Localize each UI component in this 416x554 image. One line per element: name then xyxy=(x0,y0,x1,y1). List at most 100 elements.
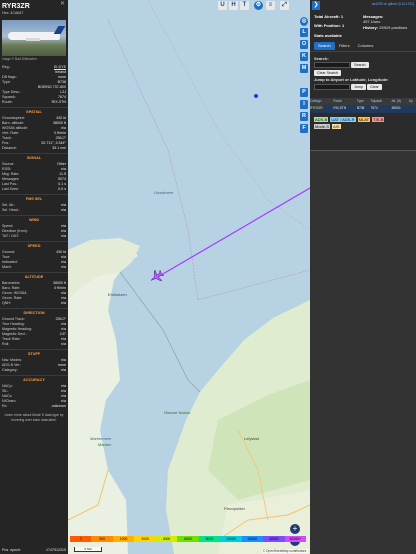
aircraft-list-panel: ❯ tar1090 on github (3.14.1701) Total Ai… xyxy=(310,0,416,554)
legend-cell: 500 xyxy=(91,536,113,542)
empty-list-area xyxy=(310,150,416,554)
search-input[interactable] xyxy=(314,62,350,68)
column-speed[interactable]: Sp xyxy=(408,97,416,105)
aircraft-callsign: RYR3ZR xyxy=(2,3,30,10)
side-button-p[interactable]: P xyxy=(300,88,308,97)
signal-row: Last Seen: 0.0 s xyxy=(2,187,66,191)
map-scale: 5 NM xyxy=(74,547,102,552)
section-title-fms: FMS SEL xyxy=(0,194,68,203)
aircraft-marker[interactable] xyxy=(148,268,166,285)
zoom-in-button[interactable]: + xyxy=(290,524,300,534)
section-title-stuff: STUFF xyxy=(0,349,68,358)
map-button-h[interactable]: H xyxy=(229,1,238,10)
legend-cell: 6000 xyxy=(177,536,199,542)
panel-tabs: Search Filters Columns xyxy=(314,42,412,50)
section-title-direction: DIRECTION xyxy=(0,308,68,317)
footer-note: Learn more about Mode S data type by hov… xyxy=(4,413,64,422)
column-altitude[interactable]: Alt. (ft) xyxy=(391,97,409,105)
map-button-u[interactable]: U xyxy=(218,1,227,10)
side-button-r[interactable]: R xyxy=(300,112,308,121)
dike-line xyxy=(119,271,201,393)
photo-wing-shape xyxy=(26,38,40,41)
toggle-circle-icon[interactable]: ◎ xyxy=(300,17,308,26)
stats-block: Total Aircraft: 1 With Position: 1 Stats… xyxy=(314,13,408,38)
section-title-signal: SIGNAL xyxy=(0,153,68,162)
source-adsb: ADS-B xyxy=(314,116,329,122)
flight-track xyxy=(155,187,310,279)
map-canvas[interactable] xyxy=(68,0,310,554)
jump-button[interactable]: Jump xyxy=(351,83,366,90)
map-label-lelystad: Lelystad xyxy=(244,436,259,441)
stuff-row: Category: n/a xyxy=(2,368,66,372)
legend-cell: 4000 xyxy=(155,536,178,542)
side-button-m[interactable]: M xyxy=(300,64,308,73)
messages-rate: 457.1/sec xyxy=(363,19,381,24)
altitude-row: QNH: n/a xyxy=(2,301,66,305)
legend-cell: 1000 xyxy=(112,536,135,542)
clear-search-button[interactable]: Clear Search xyxy=(314,70,341,76)
section-title-spatial: SPATIAL xyxy=(0,107,68,116)
legend-cell: 40000+ xyxy=(284,536,306,542)
map-label-enkhuizen: Enkhuizen xyxy=(108,292,127,297)
direction-row: Roll: n/a xyxy=(2,342,66,346)
close-icon[interactable]: ✕ xyxy=(60,1,65,7)
source-legend: ADS-B UAT / ADS-R MLAT TIS-B Mode-S AIS xyxy=(310,113,416,133)
stats-available[interactable]: Stats available xyxy=(314,33,342,38)
column-type[interactable]: Type xyxy=(356,97,371,105)
photo-credit: Image © Bart Dihlbacher xyxy=(2,57,37,61)
history-positions: 25919 positions xyxy=(379,24,408,30)
layers-icon[interactable]: ≡ xyxy=(266,1,275,10)
source-uat: UAT / ADS-R xyxy=(330,116,356,122)
pos-epoch-row: Pos. epoch: 1747912315 xyxy=(0,547,68,554)
search-button[interactable]: Search xyxy=(351,62,369,68)
wind-row: TAT / OAT: n/a xyxy=(2,234,66,238)
jump-input[interactable] xyxy=(314,83,350,90)
receiver-dot xyxy=(254,94,258,98)
search-block: Search: Search Clear Search Jump to Airp… xyxy=(310,50,416,94)
source-ais: AIS xyxy=(332,123,341,129)
table-row[interactable]: RYR3ZR RIX-STN B738 7674 38000 xyxy=(310,105,416,113)
side-button-f[interactable]: F xyxy=(300,124,308,133)
column-route[interactable]: Route xyxy=(333,97,357,105)
tar1090-link[interactable]: tar1090 on github (3.14.1701) xyxy=(310,0,416,8)
map-view[interactable]: IJsselmeer Markermeer Lelystad Flevopold… xyxy=(68,0,310,554)
map-label-ijsselmeer: IJsselmeer xyxy=(154,190,174,195)
section-title-altitude: ALTITUDE xyxy=(0,272,68,281)
side-button-o[interactable]: O xyxy=(300,40,308,49)
map-label-markermeer: Markermeer xyxy=(90,436,112,441)
legend-cell: 10000 xyxy=(220,536,242,542)
info-sections: SPATIAL Groundspeed: 430 kt Baro. altitude:… xyxy=(0,107,68,409)
side-button-k[interactable]: K xyxy=(300,52,308,61)
legend-cell: 30000 xyxy=(263,536,285,542)
aircraft-hex: Hex: 4CA647 xyxy=(2,11,24,15)
map-button-t[interactable]: T xyxy=(240,1,249,10)
boundary-line-3 xyxy=(147,0,310,231)
clear-button[interactable]: Clear xyxy=(367,83,382,90)
with-position: 1 xyxy=(341,23,345,28)
spatial-row: Distance: 35.1 nmi xyxy=(2,146,66,150)
tab-columns[interactable]: Columns xyxy=(354,42,378,50)
aircraft-photo[interactable] xyxy=(2,20,66,56)
section-title-accuracy: ACCURACY xyxy=(0,375,68,384)
fms-row: Sel. Head.: n/a xyxy=(2,208,66,212)
table-header-row: Callsign Route Type Squawk Alt. (ft) Sp xyxy=(310,97,416,105)
legend-cell: 2000 xyxy=(134,536,156,542)
osm-attribution[interactable]: © OpenStreetMap contributors. xyxy=(261,549,308,553)
section-title-speed: SPEED xyxy=(0,241,68,250)
settings-gear-icon[interactable]: ⚙ xyxy=(254,1,263,10)
map-label-flevopolder: Flevopolder xyxy=(224,506,245,511)
source-modes: Mode-S xyxy=(314,123,331,129)
collapse-arrow-icon[interactable]: ❯ xyxy=(312,1,320,10)
map-label-nieuwe-natuur: Nieuwe Natuur xyxy=(164,410,191,415)
tab-filters[interactable]: Filters xyxy=(335,42,354,50)
column-callsign[interactable]: Callsign xyxy=(310,97,334,105)
column-squawk[interactable]: Squawk xyxy=(370,97,392,105)
info-row-route: Route: RIX-STN xyxy=(2,100,66,104)
side-button-l[interactable]: L xyxy=(300,28,308,37)
legend-cell: 20000 xyxy=(241,536,264,542)
expand-icon[interactable]: ⤢ xyxy=(280,1,289,10)
side-button-i[interactable]: I xyxy=(300,100,308,109)
source-mlat: MLAT xyxy=(357,116,371,122)
aircraft-table: Callsign Route Type Squawk Alt. (ft) Sp … xyxy=(310,97,416,113)
tab-search[interactable]: Search xyxy=(314,42,335,50)
